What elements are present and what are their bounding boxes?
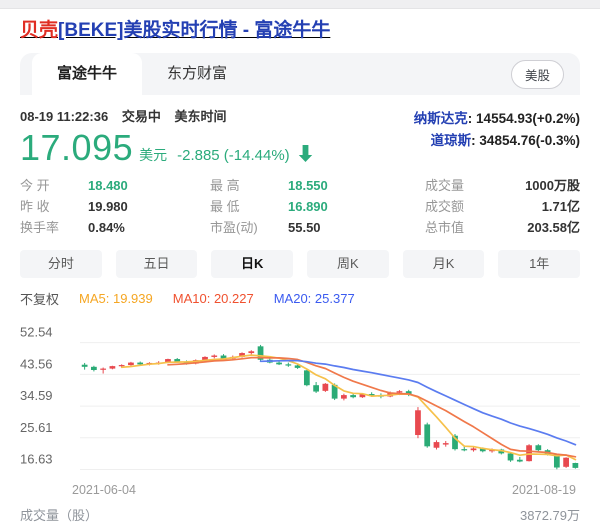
svg-text:34.59: 34.59	[20, 388, 53, 403]
start-date-label: 2021-06-04	[72, 483, 136, 497]
tab-spacer	[252, 53, 511, 95]
adjust-mode-selector[interactable]: 不复权	[20, 289, 59, 308]
source-tab-bar: 富途牛牛 东方财富 美股	[20, 53, 580, 95]
stat-market-cap: 总市值 203.58亿	[425, 217, 580, 238]
svg-text:25.61: 25.61	[20, 420, 53, 435]
stat-low: 最 低 16.890	[210, 196, 415, 217]
index-quotes: 纳斯达克: 14554.93(+0.2%) 道琼斯: 34854.76(-0.3…	[414, 106, 580, 169]
stock-title-link[interactable]: 贝壳[BEKE]美股实时行情 - 富途牛牛	[20, 20, 330, 41]
stat-prev-close: 昨 收 19.980	[20, 196, 200, 217]
svg-text:16.63: 16.63	[20, 452, 53, 467]
current-price: 17.095	[20, 127, 133, 169]
stat-high: 最 高 18.550	[210, 175, 415, 196]
market-badge: 美股	[511, 60, 564, 89]
quote-status-row: 08-19 11:22:36 交易中 美东时间	[20, 106, 313, 125]
price-change: -2.885 (-14.44%)	[177, 147, 290, 164]
currency-label: 美元	[139, 145, 167, 165]
stock-title-rest: [BEKE]美股实时行情 - 富途牛牛	[58, 20, 330, 41]
quote-section: 08-19 11:22:36 交易中 美东时间 17.095 美元 -2.885…	[20, 106, 580, 169]
candlestick-chart[interactable]: 52.54 43.56 34.59 25.61 16.63 2021-06-04 202…	[20, 311, 580, 524]
ma20-legend: MA20: 25.377	[274, 291, 355, 306]
stat-open: 今 开 18.480	[20, 175, 200, 196]
volume-pane-header: 成交量（股） 3872.79万	[20, 505, 580, 524]
tab-futu-niuniu[interactable]: 富途牛牛	[32, 53, 142, 95]
dow-quote: 道琼斯: 34854.76(-0.3%)	[414, 130, 580, 152]
quote-datetime: 08-19 11:22:36	[20, 109, 108, 124]
stat-amount: 成交额 1.71亿	[425, 196, 580, 217]
stat-turnover-rate: 换手率 0.84%	[20, 217, 200, 238]
price-row: 17.095 美元 -2.885 (-14.44%)	[20, 127, 313, 169]
volume-latest-value: 3872.79万	[520, 505, 580, 524]
volume-axis-label: 成交量（股）	[20, 505, 98, 524]
trading-state: 交易中	[122, 109, 161, 124]
svg-text:52.54: 52.54	[20, 325, 53, 340]
period-monthly-k[interactable]: 月K	[403, 250, 485, 278]
nasdaq-quote: 纳斯达克: 14554.93(+0.2%)	[414, 108, 580, 130]
kline-svg[interactable]: 52.54 43.56 34.59 25.61 16.63	[20, 311, 580, 476]
ma5-legend: MA5: 19.939	[79, 291, 153, 306]
period-5day[interactable]: 五日	[116, 250, 198, 278]
page-title: 贝壳[BEKE]美股实时行情 - 富途牛牛	[20, 18, 580, 44]
dow-value: 34854.76(-0.3%)	[479, 133, 580, 148]
nasdaq-sep: :	[468, 111, 476, 126]
timezone-label: 美东时间	[174, 109, 226, 124]
period-daily-k[interactable]: 日K	[211, 250, 293, 278]
nasdaq-value: 14554.93(+0.2%)	[476, 111, 580, 126]
chart-legend: 不复权 MA5: 19.939 MA10: 20.227 MA20: 25.37…	[20, 289, 580, 308]
period-tab-bar: 分时 五日 日K 周K 月K 1年	[20, 250, 580, 278]
stat-volume: 成交量 1000万股	[425, 175, 580, 196]
dow-link[interactable]: 道琼斯	[431, 133, 472, 148]
stock-name: 贝壳	[20, 20, 58, 41]
nasdaq-link[interactable]: 纳斯达克	[414, 111, 468, 126]
stats-grid: 今 开 18.480 昨 收 19.980 换手率 0.84% 最 高 18.5…	[20, 175, 580, 238]
ma10-legend: MA10: 20.227	[173, 291, 254, 306]
price-down-arrow-icon	[298, 145, 313, 167]
period-minute[interactable]: 分时	[20, 250, 102, 278]
tab-eastmoney[interactable]: 东方财富	[142, 53, 252, 95]
svg-text:43.56: 43.56	[20, 356, 53, 371]
period-weekly-k[interactable]: 周K	[307, 250, 389, 278]
end-date-label: 2021-08-19	[512, 483, 576, 497]
page-top-strip	[0, 0, 600, 9]
x-axis-dates: 2021-06-04 2021-08-19	[20, 483, 580, 497]
stat-pe-ratio: 市盈(动) 55.50	[210, 217, 415, 238]
period-1year[interactable]: 1年	[498, 250, 580, 278]
